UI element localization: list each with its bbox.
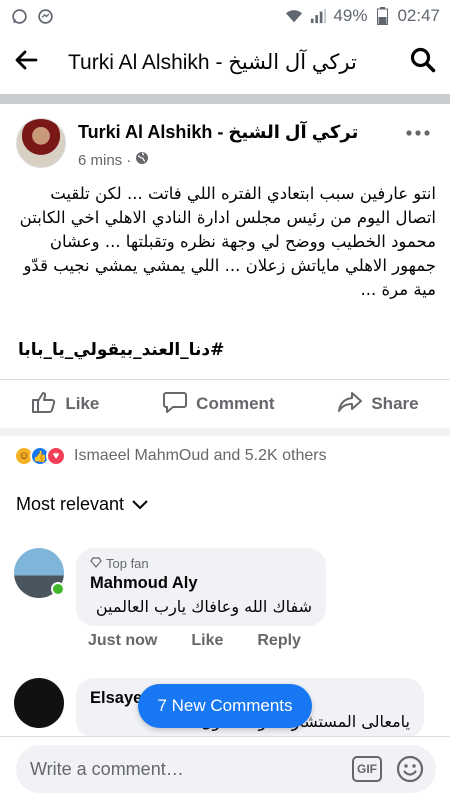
status-time: 02:47 [397, 6, 440, 25]
comment-composer-bar: GIF [0, 736, 450, 800]
comment-bubble[interactable]: Top fan Mahmoud Aly شفاك الله وعافاك يار… [76, 548, 326, 626]
comment-like-button[interactable]: Like [191, 632, 223, 650]
search-icon [410, 47, 436, 78]
comment-composer: GIF [16, 745, 436, 793]
comment-button[interactable]: Comment [162, 390, 275, 419]
whatsapp-icon [10, 7, 28, 25]
reactions-text: Ismaeel MahmOud and 5.2K others [74, 447, 327, 464]
author-avatar[interactable] [16, 118, 66, 168]
back-button[interactable] [14, 42, 54, 82]
comment-reply-button[interactable]: Reply [257, 632, 301, 650]
post-hashtag-link[interactable]: #دنا_العند_بيقولي_يا_بابا [18, 340, 436, 360]
online-status-dot [51, 582, 65, 596]
comment-input[interactable] [30, 758, 352, 780]
comment-actions: Just now Like Reply [88, 632, 301, 650]
new-comments-button[interactable]: 7 New Comments [138, 684, 312, 728]
post-action-bar: Like Comment Share [0, 380, 450, 428]
header-separator [0, 94, 450, 104]
commenter-avatar[interactable] [14, 548, 65, 598]
dot-separator: · [126, 151, 132, 169]
comment-item: Top fan Mahmoud Aly شفاك الله وعافاك يار… [14, 548, 326, 626]
post-header: Turki Al Alshikh - تركي آل الشيخ 6 mins … [16, 118, 436, 172]
chevron-down-icon [132, 494, 148, 515]
love-reaction-icon: ♥ [46, 446, 66, 466]
gif-button[interactable]: GIF [352, 756, 382, 782]
post-options-button[interactable] [400, 120, 436, 144]
comment-sort-dropdown[interactable]: Most relevant [16, 494, 148, 515]
page-title: Turki Al Alshikh - تركي آل الشيخ [68, 50, 357, 74]
share-button[interactable]: Share [337, 390, 419, 419]
diamond-icon [90, 556, 102, 571]
reactions-summary[interactable]: ☺ 👍 ♥ Ismaeel MahmOud and 5.2K others [14, 446, 327, 466]
battery-percent: 49% [333, 6, 368, 25]
status-right: 49% 02:47 [285, 6, 440, 26]
globe-icon [135, 151, 149, 169]
back-arrow-icon [14, 49, 38, 76]
post-meta: Turki Al Alshikh - تركي آل الشيخ 6 mins … [78, 118, 400, 169]
top-header: Turki Al Alshikh - تركي آل الشيخ [0, 32, 450, 92]
reaction-icons: ☺ 👍 ♥ [14, 446, 66, 466]
author-name[interactable]: Turki Al Alshikh - تركي آل الشيخ [78, 122, 400, 143]
top-fan-badge: Top fan [90, 556, 312, 571]
status-left [10, 7, 54, 25]
post-time-text: 6 mins [78, 151, 123, 169]
messenger-icon [36, 7, 54, 25]
like-button[interactable]: Like [31, 390, 99, 419]
commenter-avatar[interactable] [14, 678, 64, 728]
comment-label: Comment [196, 394, 275, 413]
wifi-icon [285, 7, 303, 25]
share-label: Share [371, 394, 419, 413]
more-options-icon [406, 123, 430, 141]
like-label: Like [65, 394, 100, 413]
signal-icon [309, 7, 327, 25]
search-button[interactable] [396, 42, 436, 82]
status-bar: 49% 02:47 [0, 0, 450, 32]
battery-icon [373, 7, 391, 25]
share-arrow-icon [337, 390, 363, 419]
badge-label: Top fan [106, 556, 149, 571]
emoji-smiley-icon[interactable] [396, 755, 424, 783]
post-timestamp[interactable]: 6 mins · [78, 151, 400, 169]
post-body-text: انتو عارفين سبب ابتعادي الفتره اللي فاتت… [19, 184, 436, 299]
comment-timestamp: Just now [88, 632, 158, 649]
thumbs-up-icon [31, 390, 57, 419]
commenter-name[interactable]: Mahmoud Aly [90, 574, 312, 593]
sort-label: Most relevant [16, 494, 125, 514]
comment-text: شفاك الله وعافاك يارب العالمين [95, 597, 312, 616]
section-divider [0, 428, 450, 436]
comment-bubble-icon [162, 390, 188, 419]
